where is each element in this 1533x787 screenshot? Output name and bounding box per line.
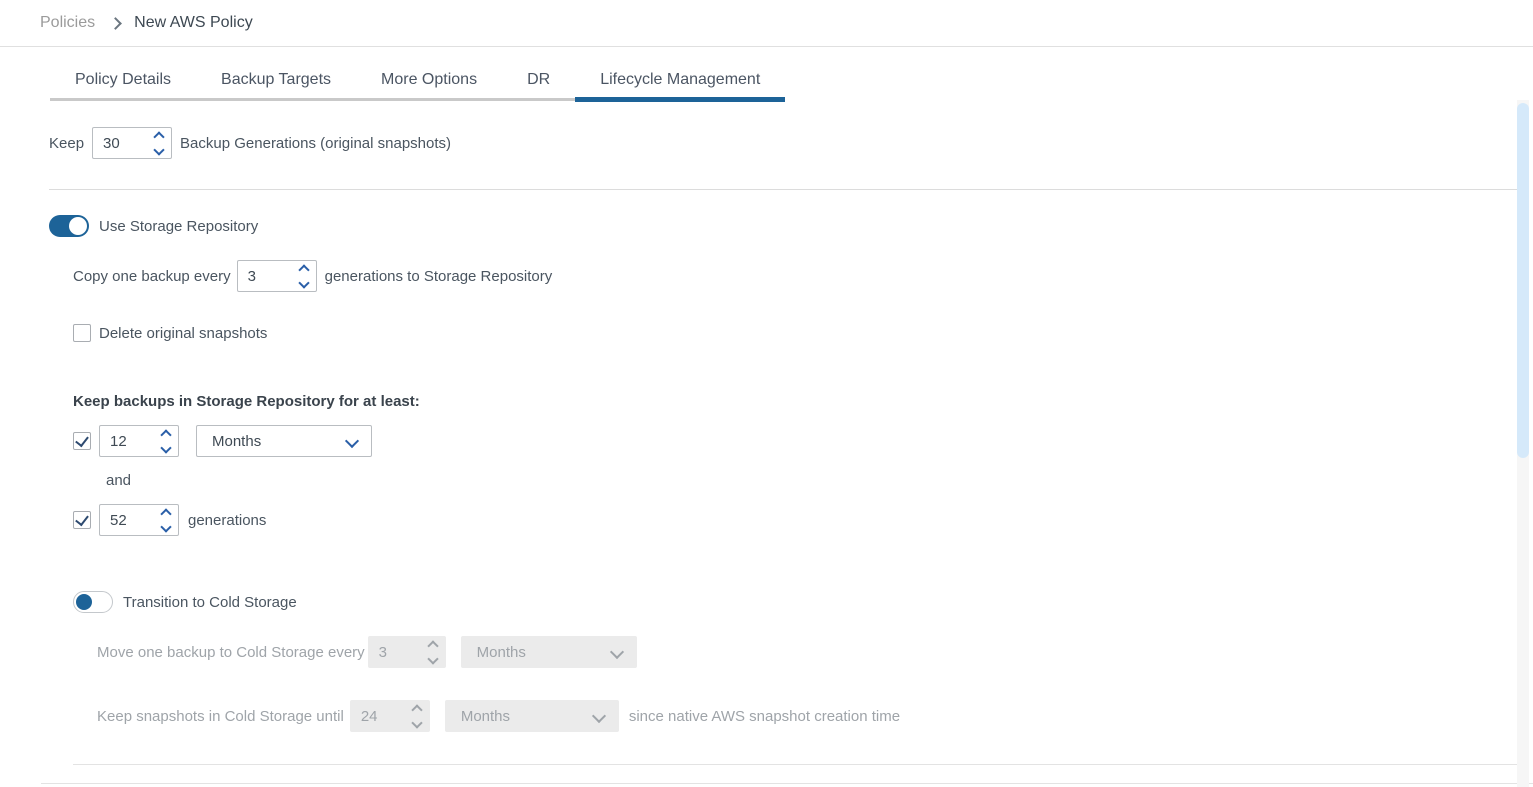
and-label: and bbox=[106, 472, 131, 489]
cold-keep-suffix-label: since native AWS snapshot creation time bbox=[629, 708, 900, 725]
retention-generations-row: generations bbox=[73, 504, 266, 536]
scrollbar-thumb[interactable] bbox=[1517, 103, 1529, 458]
chevron-down-icon[interactable] bbox=[153, 144, 164, 155]
cold-move-unit-value: Months bbox=[477, 644, 526, 661]
backup-generations-spinner[interactable] bbox=[147, 128, 171, 158]
tab-policy-details[interactable]: Policy Details bbox=[50, 62, 196, 98]
chevron-up-icon[interactable] bbox=[160, 508, 171, 519]
retention-generations-checkbox[interactable] bbox=[73, 511, 91, 529]
cold-keep-unit-select: Months bbox=[445, 700, 619, 732]
chevron-down-icon bbox=[427, 653, 438, 664]
retention-unit-value: Months bbox=[212, 433, 261, 450]
retention-time-checkbox[interactable] bbox=[73, 432, 91, 450]
cold-keep-unit-value: Months bbox=[461, 708, 510, 725]
retention-generations-field bbox=[99, 504, 179, 536]
cold-move-prefix-label: Move one backup to Cold Storage every bbox=[97, 644, 365, 661]
chevron-up-icon[interactable] bbox=[153, 131, 164, 142]
transition-cold-storage-toggle[interactable] bbox=[73, 591, 113, 613]
chevron-right-icon bbox=[109, 17, 122, 30]
section-divider bbox=[49, 189, 1517, 190]
retention-heading: Keep backups in Storage Repository for a… bbox=[73, 393, 420, 410]
bottom-divider bbox=[41, 783, 1533, 784]
chevron-down-icon bbox=[345, 434, 359, 448]
transition-cold-storage-label: Transition to Cold Storage bbox=[123, 594, 297, 611]
cold-storage-toggle-row: Transition to Cold Storage bbox=[73, 591, 297, 613]
cold-keep-field bbox=[350, 700, 430, 732]
chevron-down-icon[interactable] bbox=[298, 277, 309, 288]
use-storage-repository-label: Use Storage Repository bbox=[99, 218, 258, 235]
backup-generations-field bbox=[92, 127, 172, 159]
retention-unit-select[interactable]: Months bbox=[196, 425, 372, 457]
copy-backup-prefix-label: Copy one backup every bbox=[73, 268, 231, 285]
retention-generations-input[interactable] bbox=[100, 512, 154, 529]
retention-generations-label: generations bbox=[188, 512, 266, 529]
cold-move-input bbox=[369, 644, 421, 661]
delete-original-label: Delete original snapshots bbox=[99, 325, 267, 342]
cold-move-row: Move one backup to Cold Storage every Mo… bbox=[97, 636, 637, 668]
cold-move-spinner bbox=[421, 637, 445, 667]
backup-generations-input[interactable] bbox=[93, 135, 147, 152]
cold-keep-input bbox=[351, 708, 405, 725]
breadcrumb-policies-link[interactable]: Policies bbox=[40, 14, 95, 32]
retention-time-field bbox=[99, 425, 179, 457]
breadcrumb: Policies New AWS Policy bbox=[0, 0, 1533, 47]
chevron-down-icon bbox=[610, 645, 624, 659]
retention-time-input[interactable] bbox=[100, 433, 154, 450]
keep-generations-suffix-label: Backup Generations (original snapshots) bbox=[180, 135, 451, 152]
tab-more-options[interactable]: More Options bbox=[356, 62, 502, 98]
tab-lifecycle-management[interactable]: Lifecycle Management bbox=[575, 62, 785, 98]
chevron-down-icon[interactable] bbox=[160, 442, 171, 453]
subsection-divider bbox=[73, 764, 1517, 765]
keep-generations-row: Keep Backup Generations (original snapsh… bbox=[49, 127, 451, 159]
delete-original-row: Delete original snapshots bbox=[73, 317, 267, 349]
chevron-down-icon bbox=[411, 717, 422, 728]
chevron-down-icon[interactable] bbox=[160, 521, 171, 532]
tab-dr[interactable]: DR bbox=[502, 62, 575, 98]
delete-original-checkbox[interactable] bbox=[73, 324, 91, 342]
chevron-down-icon bbox=[592, 709, 606, 723]
copy-generations-spinner[interactable] bbox=[292, 261, 316, 291]
chevron-up-icon[interactable] bbox=[160, 429, 171, 440]
cold-keep-spinner bbox=[405, 701, 429, 731]
tab-backup-targets[interactable]: Backup Targets bbox=[196, 62, 356, 98]
lifecycle-management-page: Policies New AWS Policy Policy Details B… bbox=[0, 0, 1533, 787]
copy-generations-field bbox=[237, 260, 317, 292]
storage-repository-toggle-row: Use Storage Repository bbox=[49, 215, 258, 237]
cold-keep-prefix-label: Keep snapshots in Cold Storage until bbox=[97, 708, 344, 725]
use-storage-repository-toggle[interactable] bbox=[49, 215, 89, 237]
copy-backup-row: Copy one backup every generations to Sto… bbox=[73, 260, 552, 292]
copy-backup-suffix-label: generations to Storage Repository bbox=[325, 268, 553, 285]
chevron-up-icon bbox=[411, 704, 422, 715]
retention-time-row: Months bbox=[73, 425, 372, 457]
retention-generations-spinner[interactable] bbox=[154, 505, 178, 535]
chevron-up-icon bbox=[427, 640, 438, 651]
cold-move-unit-select: Months bbox=[461, 636, 637, 668]
page-title: New AWS Policy bbox=[134, 14, 253, 32]
keep-generations-prefix-label: Keep bbox=[49, 135, 84, 152]
retention-time-spinner[interactable] bbox=[154, 426, 178, 456]
chevron-up-icon[interactable] bbox=[298, 264, 309, 275]
cold-keep-row: Keep snapshots in Cold Storage until Mon… bbox=[97, 700, 900, 732]
toggle-knob bbox=[69, 217, 87, 235]
policy-tabs: Policy Details Backup Targets More Optio… bbox=[50, 62, 785, 101]
copy-generations-input[interactable] bbox=[238, 268, 292, 285]
toggle-knob bbox=[76, 594, 92, 610]
cold-move-field bbox=[368, 636, 446, 668]
